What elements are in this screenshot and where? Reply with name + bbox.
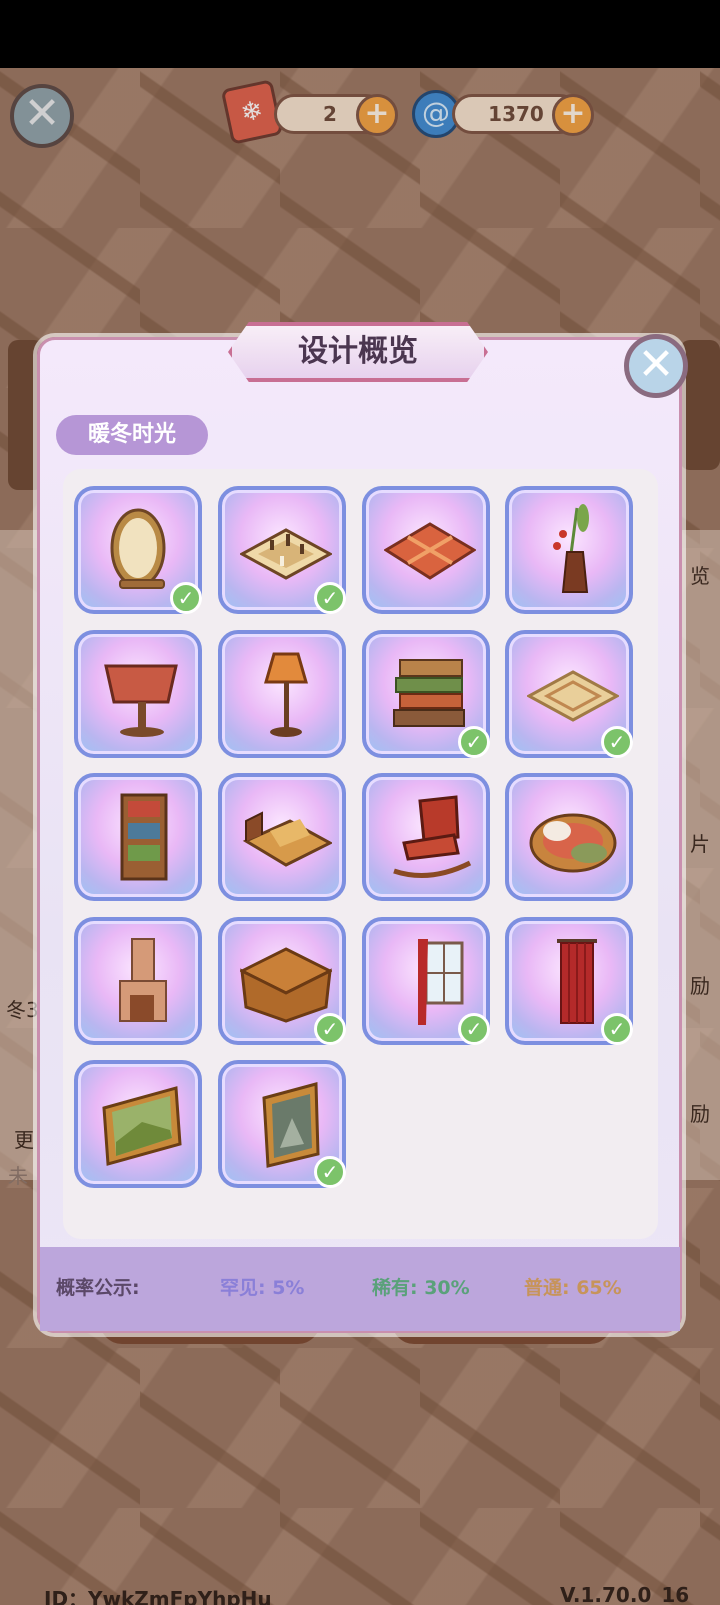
uncommon-probability: 稀有: 30% <box>372 1277 470 1299</box>
window-curtain-icon <box>418 939 464 1025</box>
bookshelf-icon <box>120 793 168 881</box>
item-portrait-painting[interactable]: ✓ <box>218 1060 346 1188</box>
owned-check-icon: ✓ <box>170 582 202 614</box>
item-rug[interactable]: ✓ <box>505 630 633 758</box>
item-cushion[interactable] <box>362 486 490 614</box>
portrait-painting-icon <box>262 1082 320 1168</box>
cushion-icon <box>384 522 476 580</box>
owned-check-icon: ✓ <box>601 726 633 758</box>
pet-bed-icon <box>529 813 617 873</box>
vase-icon <box>553 504 589 593</box>
item-table[interactable]: ✓ <box>218 917 346 1045</box>
item-landscape-painting[interactable] <box>74 1060 202 1188</box>
version-label: V.1.70.0_16 <box>560 1583 690 1605</box>
item-vase[interactable] <box>505 486 633 614</box>
item-mirror[interactable]: ✓ <box>74 486 202 614</box>
item-floor-lamp[interactable] <box>218 630 346 758</box>
owned-check-icon: ✓ <box>601 1013 633 1045</box>
fireplace-icon <box>119 938 167 1022</box>
modal-close-button[interactable]: ✕ <box>624 334 688 398</box>
landscape-painting-icon <box>102 1086 182 1166</box>
red-curtain-icon <box>557 939 597 1024</box>
rocking-chair-icon <box>393 795 472 878</box>
owned-check-icon: ✓ <box>458 1013 490 1045</box>
item-chaise-bed[interactable] <box>218 773 346 901</box>
owned-check-icon: ✓ <box>314 582 346 614</box>
item-fireplace[interactable] <box>74 917 202 1045</box>
owned-check-icon: ✓ <box>314 1156 346 1188</box>
player-id: ID：YwkZmFpYhpHu <box>44 1587 272 1605</box>
item-bookshelf[interactable] <box>74 773 202 901</box>
floor-lamp-icon <box>264 652 308 737</box>
common-probability: 普通: 65% <box>524 1277 622 1299</box>
owned-check-icon: ✓ <box>314 1013 346 1045</box>
collection-tag: 暖冬时光 <box>56 415 208 455</box>
book-stack-icon <box>393 659 465 727</box>
item-window-curtain[interactable]: ✓ <box>362 917 490 1045</box>
item-side-table[interactable] <box>74 630 202 758</box>
owned-check-icon: ✓ <box>458 726 490 758</box>
table-icon <box>240 947 332 1023</box>
item-book-stack[interactable]: ✓ <box>362 630 490 758</box>
item-red-curtain[interactable]: ✓ <box>505 917 633 1045</box>
close-icon: ✕ <box>637 339 675 390</box>
item-chess-board[interactable]: ✓ <box>218 486 346 614</box>
chess-board-icon <box>240 528 332 580</box>
modal-title: 设计概览 <box>228 322 488 382</box>
rug-icon <box>527 670 619 722</box>
mirror-icon <box>110 508 166 589</box>
item-rocking-chair[interactable] <box>362 773 490 901</box>
item-pet-bed[interactable] <box>505 773 633 901</box>
side-table-icon <box>104 664 178 737</box>
rare-probability: 罕见: 5% <box>220 1277 305 1299</box>
probability-label: 概率公示: <box>56 1277 140 1299</box>
status-bar <box>0 0 720 68</box>
chaise-bed-icon <box>242 811 332 867</box>
